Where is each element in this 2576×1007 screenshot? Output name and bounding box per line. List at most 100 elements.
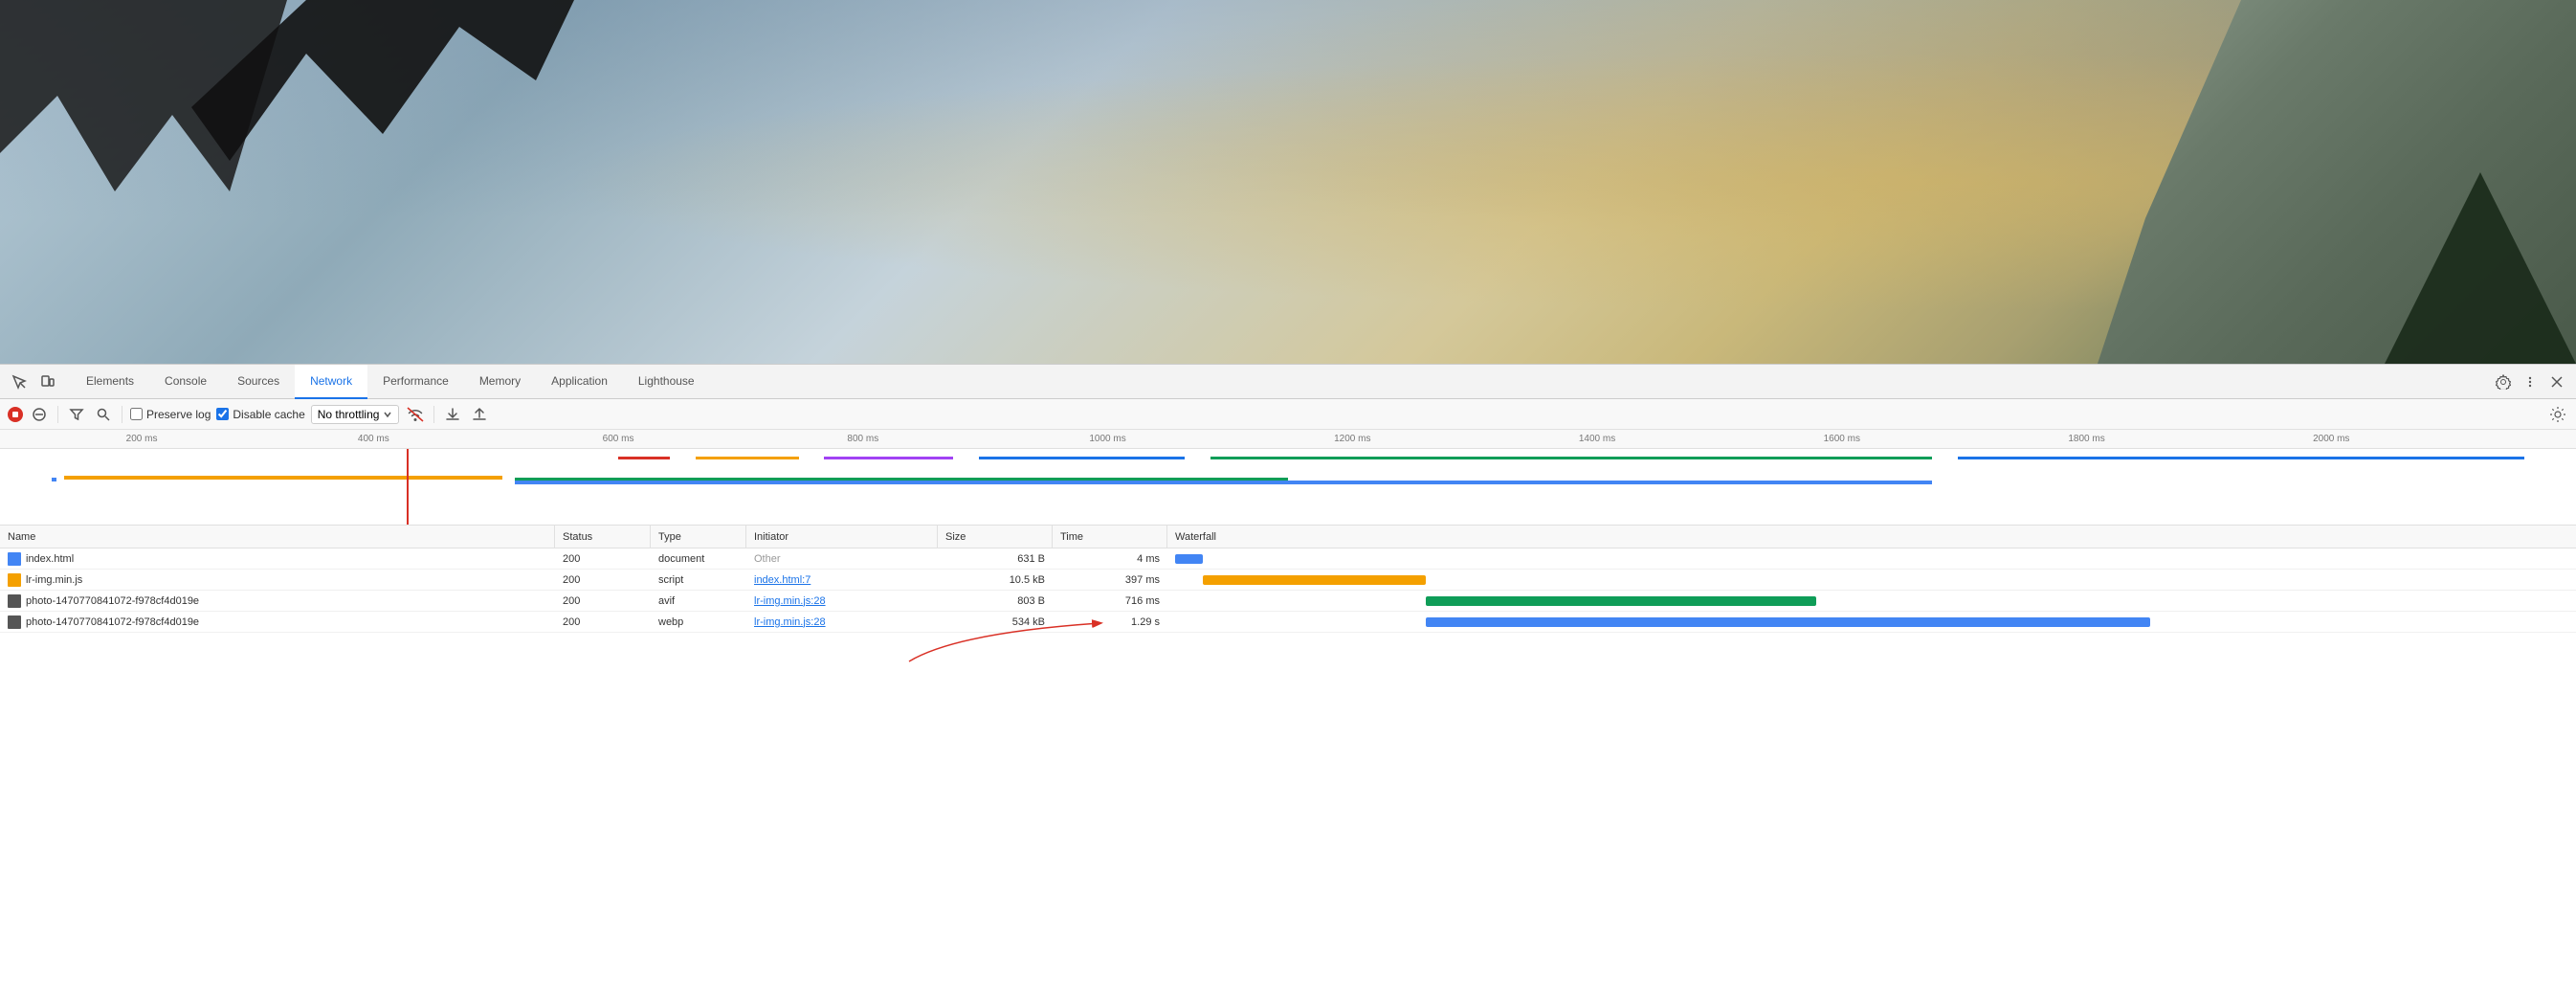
table-row[interactable]: photo-1470770841072-f978cf4d019e 200 web… (0, 612, 2576, 633)
tab-lighthouse[interactable]: Lighthouse (623, 365, 710, 399)
header-initiator[interactable]: Initiator (746, 526, 938, 548)
waterfall-html-bar (1175, 554, 1203, 564)
waterfall-marker-blue-long (1958, 457, 2524, 459)
waterfall-marker-purple (824, 457, 953, 459)
tab-console[interactable]: Console (149, 365, 222, 399)
waterfall-bar-js (64, 476, 502, 480)
ruler-200: 200 ms (126, 434, 158, 444)
tab-bar: Elements Console Sources Network Perform… (0, 365, 2576, 399)
timeline-ruler: 200 ms 400 ms 600 ms 800 ms 1000 ms 1200… (0, 430, 2576, 449)
table-row[interactable]: photo-1470770841072-f978cf4d019e 200 avi… (0, 591, 2576, 612)
devtools-panel: Elements Console Sources Network Perform… (0, 364, 2576, 1007)
search-icon[interactable] (93, 404, 114, 425)
cell-type-avif: avif (651, 591, 746, 611)
tab-sources[interactable]: Sources (222, 365, 295, 399)
cell-name-webp: photo-1470770841072-f978cf4d019e (0, 612, 555, 632)
header-status[interactable]: Status (555, 526, 651, 548)
waterfall-marker-red (618, 457, 670, 459)
filter-icon[interactable] (66, 404, 87, 425)
cell-waterfall-webp (1167, 612, 2576, 632)
cell-initiator-html: Other (746, 548, 938, 569)
import-har-icon[interactable] (469, 404, 490, 425)
cell-name-html: index.html (0, 548, 555, 569)
tab-application[interactable]: Application (536, 365, 623, 399)
cell-status-webp: 200 (555, 612, 651, 632)
waterfall-marker-blue-short (979, 457, 1185, 459)
ruler-400: 400 ms (358, 434, 389, 444)
cell-status-html: 200 (555, 548, 651, 569)
network-table: Name Status Type Initiator Size Time Wat… (0, 526, 2576, 1007)
html-file-icon (8, 552, 21, 566)
table-row[interactable]: index.html 200 document Other 631 B 4 ms (0, 548, 2576, 570)
dcl-marker (407, 449, 409, 525)
more-options-icon[interactable] (2519, 370, 2542, 393)
ruler-1600: 1600 ms (1824, 434, 1860, 444)
settings-icon[interactable] (2492, 370, 2515, 393)
cell-type-webp: webp (651, 612, 746, 632)
throttle-dropdown-arrow (383, 410, 392, 419)
cell-waterfall-html (1167, 548, 2576, 569)
header-type[interactable]: Type (651, 526, 746, 548)
img-file-icon-webp (8, 615, 21, 629)
disable-cache-checkbox[interactable] (216, 408, 229, 420)
close-devtools-icon[interactable] (2545, 370, 2568, 393)
stop-recording-button[interactable] (8, 407, 23, 422)
cell-name-js: lr-img.min.js (0, 570, 555, 590)
cell-time-html: 4 ms (1053, 548, 1167, 569)
js-file-icon (8, 573, 21, 587)
cell-status-js: 200 (555, 570, 651, 590)
toolbar-right-section (2547, 404, 2568, 425)
clear-icon[interactable] (29, 404, 50, 425)
tab-bar-right (2492, 370, 2568, 393)
header-name[interactable]: Name (0, 526, 555, 548)
ruler-2000: 2000 ms (2313, 434, 2349, 444)
preserve-log-checkbox[interactable] (130, 408, 143, 420)
inspect-element-icon[interactable] (8, 370, 31, 393)
waterfall-bar-html (52, 478, 56, 481)
cell-initiator-js[interactable]: index.html:7 (746, 570, 938, 590)
ruler-1400: 1400 ms (1579, 434, 1615, 444)
table-body: index.html 200 document Other 631 B 4 ms… (0, 548, 2576, 1007)
ruler-600: 600 ms (603, 434, 634, 444)
network-toolbar: Preserve log Disable cache No throttling (0, 399, 2576, 430)
tab-network[interactable]: Network (295, 365, 367, 399)
preserve-log-toggle[interactable]: Preserve log (130, 408, 211, 421)
tab-bar-left-icons (8, 370, 59, 393)
wifi-throttle-icon[interactable] (405, 404, 426, 425)
waterfall-marker-green (1210, 457, 1932, 459)
waterfall-webp-bar (1426, 617, 2150, 627)
header-size[interactable]: Size (938, 526, 1053, 548)
waterfall-avif-bar (1426, 596, 1816, 606)
toolbar-separator-1 (57, 406, 58, 423)
table-row[interactable]: lr-img.min.js 200 script index.html:7 10… (0, 570, 2576, 591)
hero-image (0, 0, 2576, 364)
cell-type-js: script (651, 570, 746, 590)
tab-memory[interactable]: Memory (464, 365, 536, 399)
ruler-1000: 1000 ms (1089, 434, 1125, 444)
device-toolbar-icon[interactable] (36, 370, 59, 393)
waterfall-js-bar (1203, 575, 1426, 585)
ruler-800: 800 ms (847, 434, 878, 444)
cell-type-html: document (651, 548, 746, 569)
toolbar-separator-3 (433, 406, 434, 423)
annotation-area (0, 633, 2576, 690)
ruler-1800: 1800 ms (2068, 434, 2104, 444)
cell-waterfall-avif (1167, 591, 2576, 611)
disable-cache-toggle[interactable]: Disable cache (216, 408, 304, 421)
cell-time-js: 397 ms (1053, 570, 1167, 590)
timeline-waterfall (0, 449, 2576, 526)
throttle-dropdown[interactable]: No throttling (311, 405, 400, 424)
size-annotation-arrow (861, 604, 1244, 681)
export-har-icon[interactable] (442, 404, 463, 425)
cell-size-js: 10.5 kB (938, 570, 1053, 590)
waterfall-bar-webp (515, 481, 1932, 484)
tab-elements[interactable]: Elements (71, 365, 149, 399)
header-waterfall[interactable]: Waterfall (1167, 526, 2576, 548)
img-file-icon-avif (8, 594, 21, 608)
tab-performance[interactable]: Performance (367, 365, 464, 399)
cell-name-avif: photo-1470770841072-f978cf4d019e (0, 591, 555, 611)
network-settings-icon[interactable] (2547, 404, 2568, 425)
cell-status-avif: 200 (555, 591, 651, 611)
header-time[interactable]: Time (1053, 526, 1167, 548)
cell-waterfall-js (1167, 570, 2576, 590)
